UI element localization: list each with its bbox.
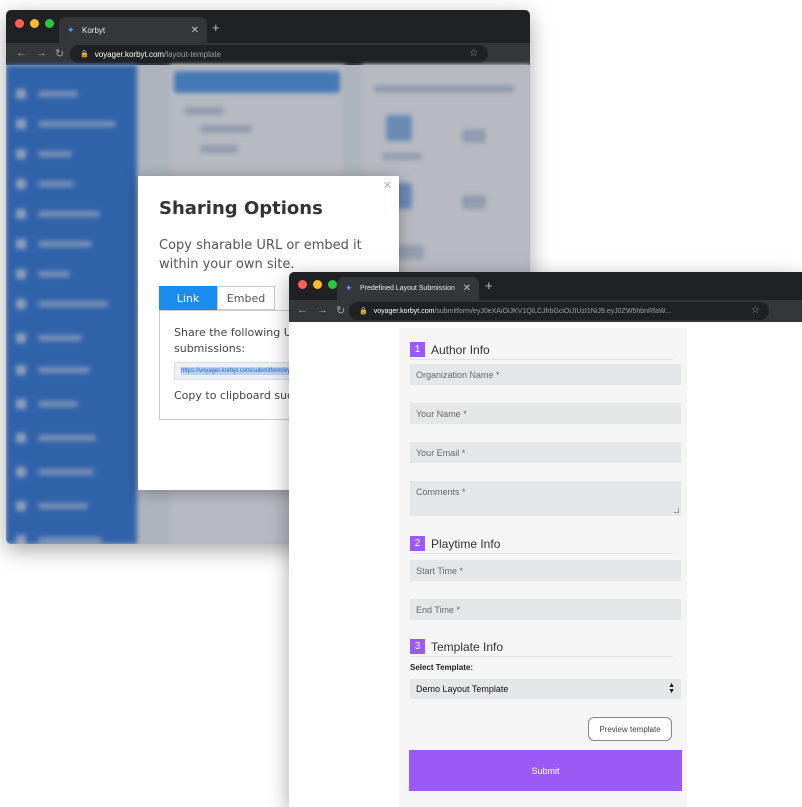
back-icon[interactable]: ← <box>16 47 27 59</box>
section-number: 2 <box>410 536 425 551</box>
section-title: Playtime Info <box>431 536 501 551</box>
minimize-window-button[interactable] <box>30 19 39 28</box>
bookmark-star-icon[interactable]: ☆ <box>469 48 478 59</box>
template-select-value: Demo Layout Template <box>416 684 509 694</box>
template-select[interactable]: Demo Layout Template ▲ ▼ <box>410 679 681 699</box>
section-playtime-info: 2 Playtime Info <box>410 534 673 554</box>
section-title: Author Info <box>431 342 490 357</box>
tab-embed[interactable]: Embed <box>217 286 275 310</box>
submit-button[interactable]: Submit <box>409 750 682 791</box>
close-icon[interactable]: ✕ <box>383 179 392 192</box>
browser-tab-korbyt[interactable]: ✦ Korbyt ✕ <box>59 17 207 43</box>
start-time-field[interactable] <box>410 560 681 581</box>
lock-icon: 🔒 <box>359 308 368 315</box>
tab-title: Predefined Layout Submission <box>360 285 455 292</box>
section-number: 1 <box>410 342 425 357</box>
comments-wrapper <box>399 481 687 516</box>
url-path: /layout-template <box>164 49 222 59</box>
bookmark-star-icon[interactable]: ☆ <box>751 305 760 316</box>
modal-title: Sharing Options <box>159 198 323 219</box>
comments-field[interactable] <box>410 481 681 516</box>
tab-title: Korbyt <box>82 25 106 35</box>
forward-icon[interactable]: → <box>317 304 328 316</box>
select-arrows-icon: ▲ ▼ <box>668 682 675 695</box>
share-mode-tabs: Link Embed <box>159 286 275 310</box>
name-field[interactable] <box>410 403 681 424</box>
new-tab-icon[interactable]: + <box>485 278 493 293</box>
close-tab-icon[interactable]: ✕ <box>191 25 199 36</box>
lock-icon: 🔒 <box>80 51 89 58</box>
maximize-window-button[interactable] <box>45 19 54 28</box>
reload-icon[interactable]: ↻ <box>55 47 64 60</box>
submission-browser-window: ✦ Predefined Layout Submission ✕ + ← → ↻… <box>289 272 802 807</box>
close-window-button[interactable] <box>298 280 307 289</box>
section-author-info: 1 Author Info <box>410 340 673 360</box>
tab-strip: ✦ Korbyt ✕ + <box>6 10 530 43</box>
preview-template-button[interactable]: Preview template <box>588 717 672 741</box>
korbyt-favicon-icon: ✦ <box>67 24 75 35</box>
window-controls <box>15 19 54 28</box>
forward-icon[interactable]: → <box>36 47 47 59</box>
address-bar-row: ← → ↻ 🔒 voyager.korbyt.com/submitform/ey… <box>289 300 802 322</box>
resize-handle-icon[interactable] <box>674 508 679 513</box>
reload-icon[interactable]: ↻ <box>336 304 345 317</box>
maximize-window-button[interactable] <box>328 280 337 289</box>
url-host: voyager.korbyt.com <box>373 307 435 315</box>
end-time-field[interactable] <box>410 599 681 620</box>
screenshot-stage: ✦ Korbyt ✕ + ← → ↻ 🔒 voyager.korbyt.com /… <box>0 0 802 807</box>
browser-tab-submission[interactable]: ✦ Predefined Layout Submission ✕ <box>337 277 479 300</box>
url-field[interactable]: 🔒 voyager.korbyt.com/submitform/eyJ0eXAi… <box>349 302 769 320</box>
organization-name-field[interactable] <box>410 364 681 385</box>
new-tab-icon[interactable]: + <box>212 20 220 35</box>
email-field[interactable] <box>410 442 681 463</box>
window-controls <box>298 280 337 289</box>
close-window-button[interactable] <box>15 19 24 28</box>
section-template-info: 3 Template Info <box>410 637 673 657</box>
korbyt-favicon-icon: ✦ <box>345 283 353 293</box>
modal-description: Copy sharable URL or embed it within you… <box>159 238 362 272</box>
url-host: voyager.korbyt.com <box>94 49 165 59</box>
submission-form: 1 Author Info 2 Playtime Info 3 <box>399 328 687 807</box>
section-title: Template Info <box>431 639 504 654</box>
tab-strip: ✦ Predefined Layout Submission ✕ + <box>289 272 802 300</box>
back-icon[interactable]: ← <box>297 304 308 316</box>
address-bar-row: ← → ↻ 🔒 voyager.korbyt.com/layout-templa… <box>6 43 530 65</box>
minimize-window-button[interactable] <box>313 280 322 289</box>
url-path: /submitform/eyJ0eXAiOiJKV1QiLCJhbGciOiJI… <box>434 307 671 315</box>
url-field[interactable]: 🔒 voyager.korbyt.com/layout-template <box>70 45 488 63</box>
submission-page: 1 Author Info 2 Playtime Info 3 <box>289 322 802 807</box>
close-tab-icon[interactable]: ✕ <box>463 283 471 294</box>
section-number: 3 <box>410 639 425 654</box>
select-template-label: Select Template: <box>410 663 473 672</box>
tab-link[interactable]: Link <box>159 286 217 310</box>
